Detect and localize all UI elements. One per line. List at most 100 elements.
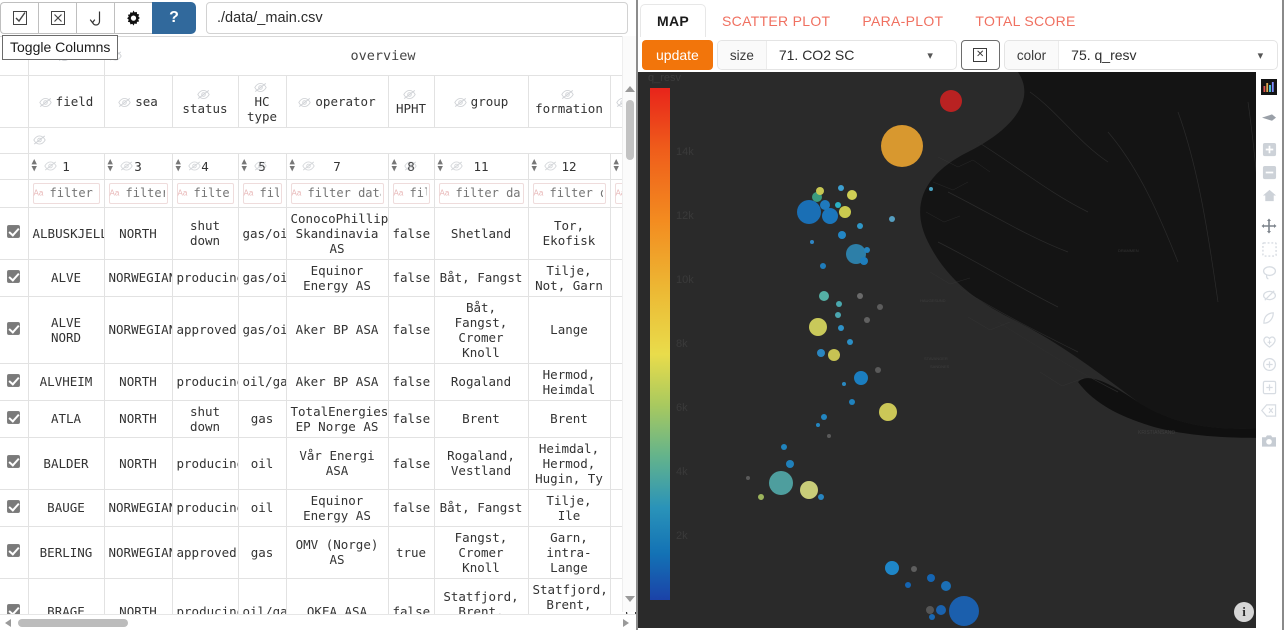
map-data-point[interactable] [875, 367, 881, 373]
column-index-cell[interactable]: ▲ ▼ 12 [528, 153, 611, 180]
map-data-point[interactable] [847, 190, 857, 200]
filter-input[interactable] [438, 182, 524, 204]
map-data-point[interactable] [838, 185, 844, 191]
filter-input[interactable] [392, 182, 430, 204]
column-header-sea[interactable]: sea [104, 75, 173, 128]
sort-icon[interactable]: ▲ ▼ [108, 158, 113, 174]
table-row[interactable]: ALVHEIM NORTH producing oil/gas Aker BP ASA f… [0, 363, 636, 401]
row-select-cell[interactable] [0, 437, 29, 490]
sort-icon[interactable]: ▲ ▼ [614, 158, 619, 174]
column-index-cell[interactable]: ▲ ▼ 3 [104, 153, 173, 180]
column-header-operator[interactable]: operator [286, 75, 389, 128]
update-button[interactable]: update [642, 40, 713, 70]
tab-total-score[interactable]: TOTAL SCORE [959, 5, 1091, 37]
scroll-down-arrow-icon[interactable] [625, 596, 635, 602]
tab-para-plot[interactable]: PARA-PLOT [846, 5, 959, 37]
row-select-cell[interactable] [0, 296, 29, 364]
table-scroll-container[interactable]: overview field sea status HC type operator HPH… [0, 36, 636, 630]
zoom-in-icon[interactable] [1258, 138, 1280, 160]
eye-slash-icon[interactable] [253, 81, 267, 94]
sort-icon[interactable]: ▲ ▼ [176, 158, 181, 174]
map-data-point[interactable] [877, 304, 883, 310]
row-select-cell[interactable] [0, 526, 29, 579]
map-data-point[interactable] [929, 187, 933, 191]
row-checkbox[interactable] [7, 499, 21, 513]
draw-line-icon[interactable] [1258, 307, 1280, 329]
map-data-point[interactable] [889, 216, 895, 222]
map-data-point[interactable] [835, 312, 841, 318]
map-data-point[interactable] [758, 494, 764, 500]
color-dropdown[interactable]: 75. q_resv ▾ [1059, 41, 1274, 69]
map-data-point[interactable] [838, 231, 846, 239]
eye-slash-icon[interactable] [301, 160, 315, 173]
column-index-cell[interactable]: ▲ ▼ 11 [434, 153, 529, 180]
column-header-hpht[interactable]: HPHT [388, 75, 435, 128]
map-data-point[interactable] [849, 399, 855, 405]
map-data-point[interactable] [786, 460, 794, 468]
eye-slash-icon[interactable] [253, 160, 267, 173]
zoom-out-icon[interactable] [1258, 161, 1280, 183]
sort-icon[interactable]: ▲ ▼ [392, 158, 397, 174]
map-data-point[interactable] [809, 318, 827, 336]
map-data-point[interactable] [842, 382, 846, 386]
scroll-up-arrow-icon[interactable] [625, 86, 635, 92]
map-data-point[interactable] [821, 414, 827, 420]
eye-slash-icon[interactable] [403, 160, 417, 173]
draw-rect-icon[interactable] [1258, 376, 1280, 398]
filter-input[interactable] [242, 182, 282, 204]
row-checkbox[interactable] [7, 269, 21, 283]
filter-input[interactable] [32, 182, 100, 204]
filter-input[interactable] [176, 182, 234, 204]
eye-slash-icon[interactable] [38, 96, 52, 109]
map-data-point[interactable] [769, 471, 793, 495]
map-data-point[interactable] [847, 339, 853, 345]
eye-slash-icon[interactable] [298, 96, 312, 109]
camera-icon[interactable] [1258, 430, 1280, 452]
filter-input[interactable] [108, 182, 168, 204]
map-data-point[interactable] [854, 371, 868, 385]
row-checkbox[interactable] [7, 544, 21, 557]
reset-button[interactable] [76, 2, 114, 34]
vertical-scroll-thumb[interactable] [626, 100, 634, 160]
eye-slash-icon[interactable] [560, 88, 574, 101]
map-data-point[interactable] [905, 582, 911, 588]
map-data-point[interactable] [879, 403, 897, 421]
map-data-point[interactable] [940, 90, 962, 112]
map-data-point[interactable] [836, 301, 842, 307]
map-data-point[interactable] [911, 566, 917, 572]
map-data-point[interactable] [819, 291, 829, 301]
row-select-cell[interactable] [0, 489, 29, 527]
column-index-cell[interactable]: ▲ ▼ 1 [28, 153, 105, 180]
map-data-point[interactable] [926, 606, 934, 614]
eye-slash-icon[interactable] [187, 160, 201, 173]
map-data-point[interactable] [810, 240, 814, 244]
map-data-point[interactable] [820, 263, 826, 269]
map-data-point[interactable] [864, 317, 870, 323]
eye-slash-icon[interactable] [43, 160, 57, 173]
pan-map-icon[interactable] [1258, 107, 1280, 129]
eye-slash-icon[interactable] [449, 160, 463, 173]
eye-slash-icon[interactable] [543, 160, 557, 173]
clear-size-button[interactable]: ✕ [960, 40, 1000, 70]
map-data-point[interactable] [781, 444, 787, 450]
sort-icon[interactable]: ▲ ▼ [32, 158, 37, 174]
toggle-columns-button[interactable] [0, 2, 38, 34]
column-header-formation[interactable]: formation [528, 75, 611, 128]
eye-slash-icon[interactable] [196, 88, 210, 101]
table-row[interactable]: ATLA NORTH shut down gas TotalEnergies EP No… [0, 400, 636, 438]
map-data-point[interactable] [800, 481, 818, 499]
table-row[interactable]: ALVE NORD NORWEGIAN approved gas/oil Aker BP… [0, 296, 636, 364]
row-checkbox[interactable] [7, 373, 21, 387]
map-data-point[interactable] [816, 423, 820, 427]
map-data-point[interactable] [929, 614, 935, 620]
lasso-select-icon[interactable] [1258, 261, 1280, 283]
map-data-point[interactable] [839, 206, 851, 218]
table-row[interactable]: BAUGE NORWEGIAN producing oil Equinor Energy… [0, 489, 636, 527]
draw-circle-icon[interactable] [1258, 353, 1280, 375]
map-data-point[interactable] [838, 325, 844, 331]
map-data-point[interactable] [864, 247, 870, 253]
sort-icon[interactable]: ▲ ▼ [242, 158, 247, 174]
map-data-point[interactable] [797, 200, 821, 224]
map-data-point[interactable] [885, 561, 899, 575]
row-select-cell[interactable] [0, 400, 29, 438]
